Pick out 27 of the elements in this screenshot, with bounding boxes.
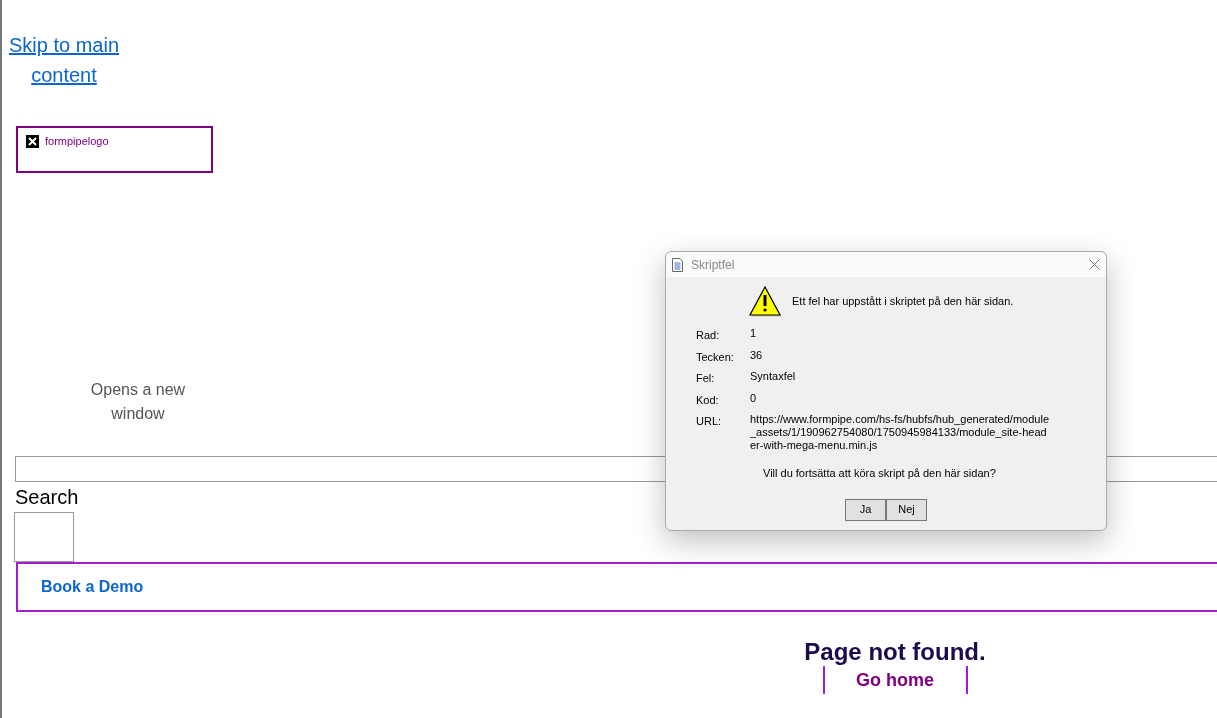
field-label: URL: (696, 414, 723, 429)
dialog-title: Skriptfel (691, 256, 735, 274)
skip-link[interactable]: Skip to main content (7, 30, 121, 90)
field-value: 0 (750, 391, 758, 406)
new-window-note: Opens a new window (89, 380, 187, 424)
broken-image-icon (26, 135, 39, 148)
go-home-link[interactable]: Go home (822, 666, 968, 694)
field-value: 1 (750, 327, 758, 341)
field-label: Rad: (696, 328, 721, 343)
document-icon (672, 257, 683, 272)
field-value: https://www.formpipe.com/hs-fs/hubfs/hub_generated/module_assets/1/190962754080/1750945984133/module_site-header-with-mega-menu.min.js (750, 413, 1050, 452)
field-label: Fel: (696, 371, 716, 386)
search-label: Search (15, 485, 79, 510)
error-message: Ett fel har uppstått i skriptet på den här sidan. (792, 293, 1014, 309)
field-label: Kod: (696, 392, 720, 408)
page-not-found-heading: Page not found. (804, 638, 986, 666)
field-value: 36 (750, 348, 764, 363)
book-demo-link[interactable]: Book a Demo (41, 575, 144, 599)
dialog-button[interactable]: Ja (845, 498, 886, 521)
close-icon[interactable] (1089, 259, 1100, 270)
field-value: Syntaxfel (750, 370, 797, 384)
warning-icon (748, 285, 782, 317)
search-button[interactable] (14, 512, 74, 562)
field-label: Tecken: (696, 349, 735, 365)
continue-question: Vill du fortsätta att köra skript på den här sidan? (763, 466, 996, 481)
logo-alt-text: formpipelogo (45, 135, 109, 148)
dialog-button[interactable]: Nej (886, 498, 927, 521)
